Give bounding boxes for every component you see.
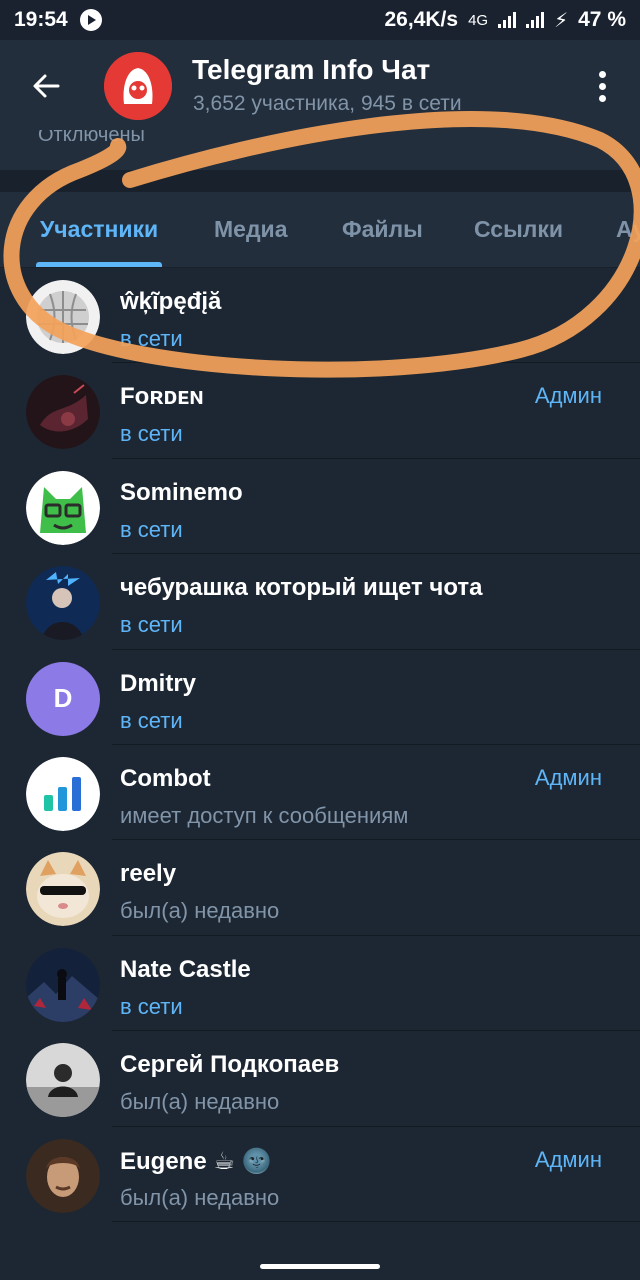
member-status: был(а) недавно [120, 1089, 280, 1115]
home-gesture-bar[interactable] [260, 1264, 380, 1269]
member-status: в сети [120, 516, 183, 542]
member-row[interactable]: чебурашка который ищет чота в сети [0, 554, 640, 650]
notifications-row[interactable]: Отключены [0, 130, 640, 170]
chat-logo-icon [104, 52, 172, 120]
network-type: 4G [468, 11, 489, 29]
charging-icon: ⚡ [554, 9, 569, 32]
bar-chart-logo-icon [26, 756, 100, 831]
member-status: был(а) недавно [120, 1184, 280, 1210]
admin-badge: Админ [534, 1146, 602, 1172]
member-status: в сети [120, 326, 183, 351]
signal-icon [498, 12, 517, 28]
admin-badge: Админ [534, 383, 602, 409]
member-row[interactable]: reely был(а) недавно [0, 840, 640, 936]
tab-links[interactable]: Ссылки [474, 216, 563, 243]
member-status: имеет доступ к сообщениям [120, 802, 409, 828]
chat-header: Telegram Info Чат 3,652 участника, 945 в… [0, 40, 640, 130]
member-name: чебурашка который ищет чота [120, 574, 483, 602]
dark-art-avatar-icon [26, 375, 100, 450]
tab-files[interactable]: Файлы [342, 216, 423, 243]
chat-avatar[interactable] [104, 52, 172, 120]
arrow-left-icon [33, 74, 60, 98]
member-name: Eugene ☕ 🌚 [120, 1147, 272, 1175]
status-bar: 19:54 26,4K/s 4G ⚡ 47 % [0, 0, 640, 40]
member-name: Fᴏʀᴅᴇɴ [120, 383, 204, 411]
member-status: в сети [120, 707, 183, 733]
dot-icon [598, 94, 606, 102]
member-status: в сети [120, 421, 183, 447]
member-row[interactable]: Combot имеет доступ к сообщениям Админ [0, 744, 640, 841]
concert-photo-avatar-icon [26, 566, 100, 641]
member-name: Dmitry [120, 669, 197, 697]
net-speed: 26,4K/s [384, 8, 459, 31]
tab-indicator [36, 262, 162, 267]
tab-audio[interactable]: Ау [616, 216, 640, 243]
tab-media[interactable]: Медиа [214, 216, 287, 243]
chat-subtitle: 3,652 участника, 945 в сети [193, 92, 462, 115]
green-cat-avatar-icon [26, 470, 100, 545]
member-row[interactable]: ŵķĩpęđįă в сети [0, 268, 640, 364]
member-name: Sominemo [120, 478, 243, 506]
member-row[interactable]: Sominemo в сети [0, 458, 640, 555]
wikipedia-globe-icon [26, 280, 100, 354]
bw-photo-avatar-icon [26, 1043, 100, 1118]
dot-icon [598, 82, 606, 90]
tab-bar: Участники Медиа Файлы Ссылки Ау [0, 192, 640, 268]
dark-landscape-avatar-icon [26, 947, 100, 1022]
cat-sunglasses-avatar-icon [26, 852, 100, 927]
member-name: Combot [120, 764, 211, 792]
member-row[interactable]: D Dmitry в сети [0, 649, 640, 745]
chat-title[interactable]: Telegram Info Чат [192, 54, 430, 86]
dot-icon [598, 70, 606, 78]
more-menu-button[interactable] [584, 64, 620, 108]
letter-avatar: D [26, 661, 100, 736]
admin-badge: Админ [534, 764, 602, 790]
member-status: был(а) недавно [120, 898, 280, 924]
member-row[interactable]: Сергей Подкопаев был(а) недавно [0, 1031, 640, 1127]
member-name: reely [120, 860, 177, 888]
member-name: Сергей Подкопаев [120, 1051, 340, 1079]
member-row[interactable]: Fᴏʀᴅᴇɴ в сети Админ [0, 363, 640, 459]
member-status: в сети [120, 612, 183, 638]
member-row[interactable]: Nate Castle в сети [0, 935, 640, 1032]
back-button[interactable] [24, 64, 68, 108]
man-portrait-avatar-icon [26, 1138, 100, 1213]
member-row[interactable]: Eugene ☕ 🌚 был(а) недавно Админ [0, 1126, 640, 1222]
members-list: ŵķĩpęđįă в сети Fᴏʀᴅᴇɴ в сети Админ Somi… [0, 268, 640, 1222]
tab-members[interactable]: Участники [40, 216, 158, 243]
notifications-value: Отключены [38, 130, 145, 146]
member-status: в сети [120, 993, 183, 1019]
status-time: 19:54 [14, 8, 68, 31]
screen-record-icon [79, 9, 102, 31]
battery-level: 47 % [578, 8, 626, 31]
section-gap [0, 170, 640, 192]
member-name: Nate Castle [120, 955, 251, 983]
member-name: ŵķĩpęđįă [120, 288, 222, 315]
signal-icon-2 [526, 12, 545, 28]
divider [112, 1220, 640, 1222]
